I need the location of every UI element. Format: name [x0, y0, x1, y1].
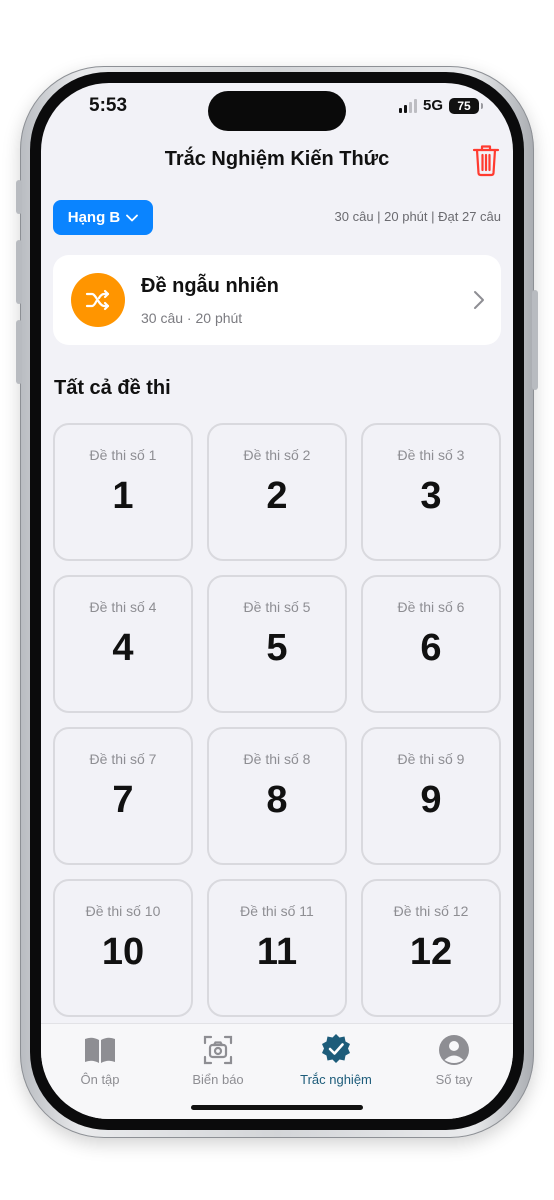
volume-up-button: [16, 240, 22, 304]
exam-card-label: Đề thi số 6: [397, 599, 465, 615]
exam-card-1[interactable]: Đề thi số 1 1: [53, 423, 193, 561]
exam-card-number: 7: [112, 779, 134, 821]
exam-info: 30 câu | 20 phút | Đạt 27 câu: [334, 209, 501, 224]
license-class-dropdown[interactable]: Hạng B: [53, 200, 153, 235]
exam-card-8[interactable]: Đề thi số 8 8: [207, 727, 347, 865]
exam-card-number: 9: [420, 779, 442, 821]
book-icon: [85, 1037, 115, 1063]
exam-card-label: Đề thi số 2: [243, 447, 311, 463]
exam-card-number: 2: [266, 475, 288, 517]
exam-card-number: 4: [112, 627, 134, 669]
tab-label: Biển báo: [192, 1072, 244, 1087]
random-exam-subtitle: 30 câu · 20 phút: [141, 310, 243, 326]
random-exam-card[interactable]: Đề ngẫu nhiên 30 câu · 20 phút: [53, 255, 501, 345]
exam-card-number: 10: [101, 931, 145, 973]
exam-card-11[interactable]: Đề thi số 11 11: [207, 879, 347, 1017]
tab-bien-bao[interactable]: Biển báo: [159, 1030, 277, 1090]
exam-card-label: Đề thi số 9: [397, 751, 465, 767]
app-screen: 5:53 5G 75 Trắc Nghiệm Kiến Thức Hạng B: [41, 83, 513, 1119]
exam-card-label: Đề thi số 5: [243, 599, 311, 615]
exam-card-label: Đề thi số 3: [397, 447, 465, 463]
battery-icon: 75: [449, 97, 483, 114]
exam-card-number: 8: [266, 779, 288, 821]
exam-card-number: 11: [256, 931, 298, 973]
power-button: [532, 290, 538, 390]
status-indicators: 5G 75: [398, 97, 483, 114]
exam-card-2[interactable]: Đề thi số 2 2: [207, 423, 347, 561]
exam-card-10[interactable]: Đề thi số 10 10: [53, 879, 193, 1017]
exam-card-label: Đề thi số 11: [240, 903, 314, 919]
battery-level: 75: [457, 98, 471, 113]
network-type: 5G: [422, 97, 443, 114]
shuffle-icon: [71, 273, 125, 327]
section-title: Tất cả đề thi: [54, 377, 171, 399]
tab-so-tay[interactable]: Số tay: [395, 1030, 513, 1090]
exam-card-label: Đề thi số 1: [89, 447, 157, 463]
exam-card-number: 12: [409, 931, 453, 973]
chevron-right-icon: [474, 291, 484, 309]
camera-scan-icon: [203, 1035, 233, 1065]
dynamic-island: [208, 91, 346, 131]
random-exam-title: Đề ngẫu nhiên: [141, 275, 279, 297]
home-indicator: [191, 1105, 363, 1110]
exam-card-number: 3: [420, 475, 442, 517]
exam-card-9[interactable]: Đề thi số 9 9: [361, 727, 501, 865]
trash-icon[interactable]: [471, 143, 501, 177]
volume-down-button: [16, 320, 22, 384]
exam-card-3[interactable]: Đề thi số 3 3: [361, 423, 501, 561]
exam-card-5[interactable]: Đề thi số 5 5: [207, 575, 347, 713]
tab-label: Số tay: [435, 1072, 473, 1087]
exam-card-number: 6: [420, 627, 442, 669]
tab-label: Trắc nghiệm: [300, 1072, 372, 1087]
license-class-label: Hạng B: [67, 209, 121, 226]
exam-card-12[interactable]: Đề thi số 12 12: [361, 879, 501, 1017]
tab-on-tap[interactable]: Ôn tập: [41, 1030, 159, 1090]
status-time: 5:53: [89, 95, 128, 116]
exam-card-number: 5: [266, 627, 288, 669]
chevron-down-icon: [126, 214, 139, 221]
signal-icon: [398, 98, 417, 113]
exam-card-label: Đề thi số 8: [243, 751, 311, 767]
exam-card-label: Đề thi số 10: [85, 903, 161, 919]
exam-card-label: Đề thi số 4: [89, 599, 157, 615]
exam-card-label: Đề thi số 12: [393, 903, 469, 919]
exam-card-6[interactable]: Đề thi số 6 6: [361, 575, 501, 713]
verified-badge-icon: [322, 1034, 350, 1063]
tab-trac-nghiem[interactable]: Trắc nghiệm: [277, 1030, 395, 1090]
exam-card-7[interactable]: Đề thi số 7 7: [53, 727, 193, 865]
exam-card-number: 1: [112, 475, 134, 517]
exam-card-4[interactable]: Đề thi số 4 4: [53, 575, 193, 713]
page-title: Trắc Nghiệm Kiến Thức: [164, 148, 390, 170]
status-bar: 5:53 5G 75: [41, 83, 513, 137]
person-circle-icon: [439, 1035, 469, 1065]
tab-label: Ôn tập: [80, 1072, 120, 1087]
exam-card-label: Đề thi số 7: [89, 751, 157, 767]
action-button: [16, 180, 22, 214]
